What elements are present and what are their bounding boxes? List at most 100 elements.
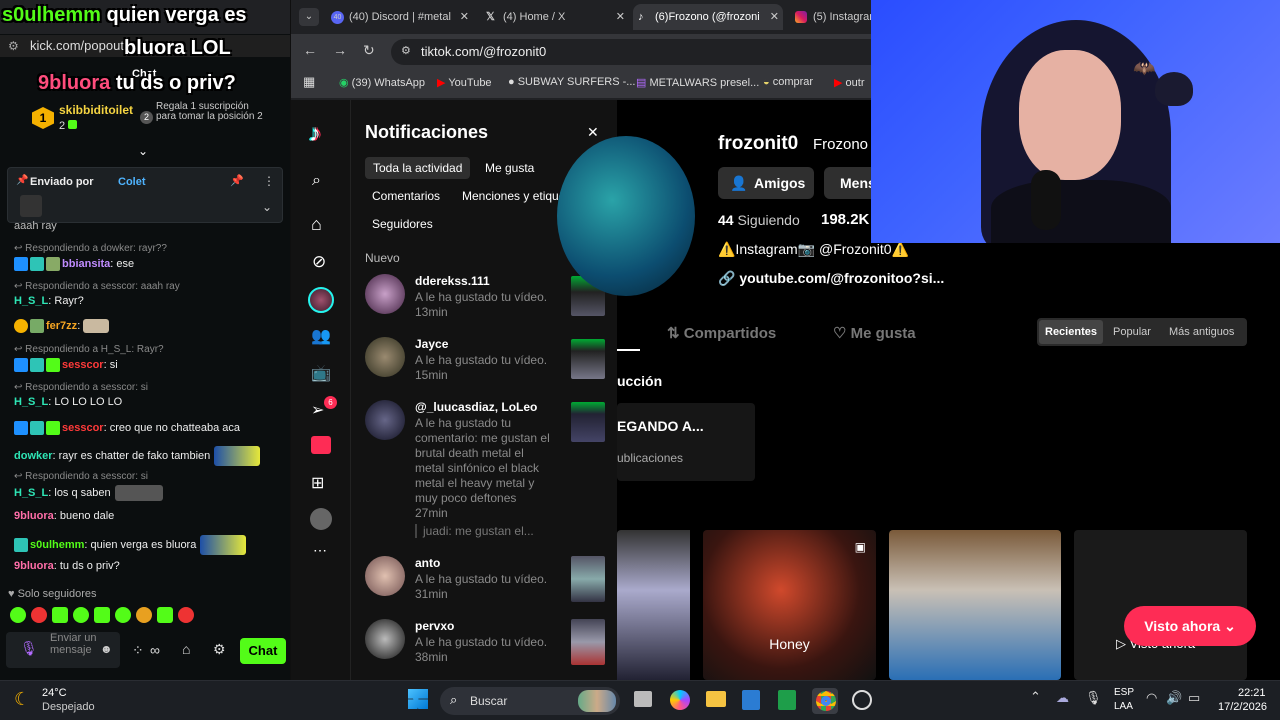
followers-count[interactable]: 198.2K (821, 211, 869, 228)
tab-instagram[interactable]: (5) Instagram (791, 4, 871, 30)
sort-oldest[interactable]: Más antiguos (1169, 320, 1234, 344)
more-icon[interactable]: ⋮ (263, 174, 275, 188)
tab-tiktok[interactable]: ♪ (6)Frozono (@frozoni ✕ (633, 4, 783, 30)
bookmark-outr[interactable]: ▶ outr (834, 76, 865, 89)
filter-comments[interactable]: Comentarios (364, 185, 448, 207)
upload-icon[interactable]: ⊞ (311, 473, 324, 493)
weather-moon-icon[interactable]: ☾ (14, 689, 30, 710)
volume-icon[interactable]: 🔊 (1166, 690, 1182, 706)
sort-recent[interactable]: Recientes (1039, 320, 1103, 344)
battery-icon[interactable]: ▭ (1188, 690, 1200, 706)
close-tab-icon[interactable]: ✕ (460, 4, 469, 30)
weather-desc[interactable]: Despejado (42, 701, 95, 713)
site-settings-icon[interactable]: ⚙ (8, 35, 19, 57)
chat-username[interactable]: H_S_L (14, 295, 48, 307)
notification-item[interactable]: anto A le ha gustado tu vídeo. 31min (365, 556, 605, 606)
leaderboard-user[interactable]: skibbiditoilet (59, 103, 133, 117)
filter-followers[interactable]: Seguidores (364, 213, 441, 235)
filter-likes[interactable]: Me gusta (477, 157, 542, 179)
bookmark-youtube[interactable]: ▶ YouTube (437, 76, 492, 89)
close-tab-icon[interactable]: ✕ (770, 4, 779, 30)
chrome-icon[interactable] (816, 691, 836, 711)
emote[interactable] (136, 606, 152, 623)
copilot-icon[interactable] (670, 690, 690, 710)
friends-icon[interactable]: 👥 (311, 326, 331, 346)
forward-icon[interactable]: → (333, 42, 347, 58)
notification-user[interactable]: Jayce (415, 337, 448, 351)
show-hidden-icons[interactable]: ⌃ (1030, 689, 1041, 705)
microphone-icon[interactable]: 🎙 (20, 640, 38, 657)
input-layout[interactable]: LAA (1114, 701, 1133, 712)
home-icon[interactable]: ⌂ (311, 214, 322, 235)
settings-icon[interactable]: ⚙ (213, 641, 226, 658)
emote[interactable] (10, 606, 26, 623)
emote[interactable] (178, 606, 194, 623)
omnibox[interactable]: ⚙ tiktok.com/@frozonit0 (391, 39, 871, 65)
emote[interactable] (94, 606, 110, 623)
emote[interactable] (157, 606, 173, 623)
live-icon[interactable]: 📺 (311, 363, 331, 383)
emote[interactable] (31, 606, 47, 623)
chat-input[interactable]: 🎙 Enviar un mensaje ☻ (6, 632, 120, 668)
chat-username[interactable]: sesscor (62, 422, 104, 434)
notification-user[interactable]: anto (415, 556, 440, 570)
tab-likes[interactable]: ♡ Me gusta (833, 324, 916, 342)
search-icon[interactable]: ⌕ (312, 172, 321, 190)
send-chat-button[interactable]: Chat (240, 638, 286, 664)
more-icon[interactable]: ⋯ (313, 542, 327, 559)
chat-username[interactable]: H_S_L (14, 396, 48, 408)
tab-x[interactable]: 𝕏 (4) Home / X ✕ (481, 4, 629, 30)
file-explorer-icon[interactable] (706, 691, 726, 707)
watch-now-button[interactable]: Visto ahora ⌄ (1124, 606, 1256, 646)
reload-icon[interactable]: ↻ (363, 42, 375, 59)
excel-icon[interactable] (778, 690, 796, 710)
emote[interactable] (115, 606, 131, 623)
video-thumbnail[interactable]: ▣ Honey (703, 530, 876, 680)
chat-username[interactable]: dowker (14, 450, 53, 462)
infinity-icon[interactable]: ∞ (150, 642, 160, 658)
notification-user[interactable]: @_luucasdiaz, LoLeo (415, 400, 537, 414)
avatar[interactable] (365, 274, 405, 314)
chat-username[interactable]: fer7zz (46, 320, 77, 332)
input-lang[interactable]: ESP (1114, 687, 1134, 698)
inbox-icon[interactable]: ➢ (311, 400, 324, 420)
sort-popular[interactable]: Popular (1113, 320, 1151, 344)
clock-time[interactable]: 22:21 (1238, 687, 1266, 699)
avatar[interactable] (365, 619, 405, 659)
back-icon[interactable]: ← (303, 42, 317, 58)
bookmark-subway[interactable]: ● SUBWAY SURFERS -... (508, 76, 635, 88)
close-tab-icon[interactable]: ✕ (616, 4, 625, 30)
tab-search-icon[interactable]: ⌄ (299, 8, 319, 26)
notification-item[interactable]: pervxo A le ha gustado tu vídeo. 38min (365, 619, 605, 669)
friends-button[interactable]: 👤 Amigos (718, 167, 814, 199)
avatar[interactable] (365, 556, 405, 596)
chat-username[interactable]: 9bluora (14, 510, 54, 522)
avatar[interactable] (365, 337, 405, 377)
emote[interactable] (73, 606, 89, 623)
wifi-icon[interactable]: ◠ (1146, 690, 1157, 706)
collapse-icon[interactable]: ⌄ (138, 144, 148, 158)
avatar[interactable] (365, 400, 405, 440)
chat-username[interactable]: sesscor (62, 359, 104, 371)
notification-user[interactable]: pervxo (415, 619, 454, 633)
filter-all-activity[interactable]: Toda la actividad (365, 157, 471, 179)
explore-icon[interactable]: ⊘ (312, 252, 326, 272)
notification-item[interactable]: dderekss.111 A le ha gustado tu vídeo. 1… (365, 274, 605, 324)
microphone-icon[interactable]: 🎙 (1085, 690, 1102, 706)
weather-temp[interactable]: 24°C (42, 687, 67, 699)
site-info-icon[interactable]: ⚙ (401, 44, 411, 57)
bookmark-metalwars[interactable]: ▤ METALWARS presel... (636, 76, 759, 89)
taskbar-search[interactable]: ⌕ Buscar (440, 687, 620, 715)
video-thumbnail[interactable]: ▷ Visto ahora (1074, 530, 1247, 680)
profile-link[interactable]: 🔗 youtube.com/@frozonitoo?si... (718, 270, 944, 287)
chat-username[interactable]: 9bluora (14, 560, 54, 572)
playlist-card[interactable]: EGANDO A... ublicaciones (617, 403, 755, 481)
tiktok-logo-icon[interactable]: ♪ (309, 120, 321, 148)
emoji-icon[interactable]: ☻ (100, 642, 113, 656)
start-button[interactable] (408, 689, 428, 709)
task-view-icon[interactable] (634, 691, 652, 707)
obs-icon[interactable] (852, 690, 872, 710)
gift-prompt[interactable]: Regala 1 suscripción para tomar la posic… (156, 102, 266, 122)
video-thumbnail[interactable] (571, 556, 605, 602)
unpin-icon[interactable]: 📌 (230, 174, 244, 187)
